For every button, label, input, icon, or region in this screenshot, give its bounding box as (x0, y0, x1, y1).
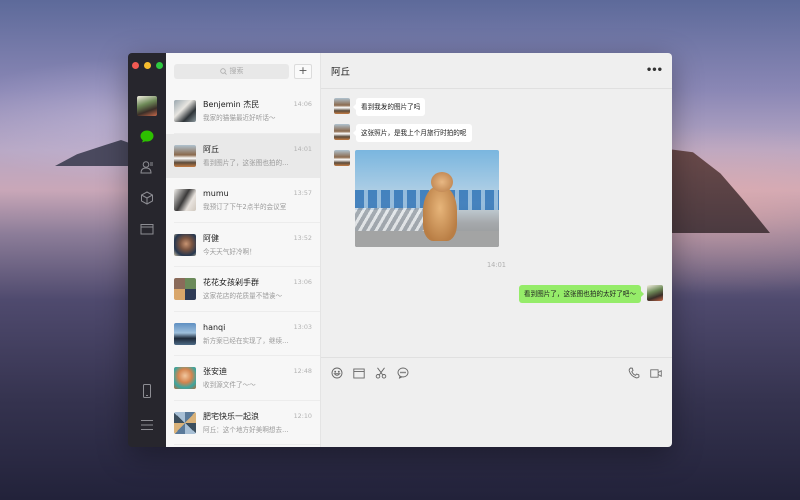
avatar (174, 144, 196, 167)
chat-list-item[interactable]: 阿丘 看到图片了，这张图也拍的... 14:01 (166, 133, 320, 178)
message-bubble[interactable]: 看到图片了，这张图也拍的太好了吧～ (518, 285, 645, 303)
video-call-button[interactable] (650, 367, 662, 379)
chat-preview: 我家的猫猫最近好听话～ (203, 114, 276, 123)
wechat-window: 搜索 + Benjemin 杰民 我家的猫猫最近好听话～ 14:06 阿丘 看到… (128, 53, 672, 447)
hamburger-menu-icon (141, 420, 153, 430)
folder-icon (353, 368, 365, 378)
avatar (174, 100, 196, 123)
chat-list-item[interactable]: Benjemin 杰民 我家的猫猫最近好听话～ 14:06 (166, 89, 320, 134)
video-call-icon (650, 368, 662, 378)
my-avatar[interactable] (647, 285, 663, 301)
message-incoming-image (334, 150, 499, 247)
chat-list-item[interactable]: 花花女孩剁手群 这家花店的花质量不错诶～ 13:06 (166, 267, 320, 312)
chat-preview: 阿丘：这个地方好美啊想去... (203, 425, 289, 434)
sidebar-item-menu[interactable] (137, 415, 157, 435)
chat-list-item[interactable]: 张安迪 收到源文件了～～ 12:48 (166, 356, 320, 401)
message-incoming: 看到我发的图片了吗 (334, 98, 426, 116)
message-incoming: 这张照片，是我上个月旅行时拍的呢 (334, 124, 472, 142)
conversation-header: 阿丘 ••• (321, 53, 672, 89)
sidebar-bottom (128, 381, 166, 435)
chat-preview: 我预订了下午2点半的会议室 (203, 203, 287, 212)
chat-list-item[interactable]: mumu 我预订了下午2点半的会议室 13:57 (166, 178, 320, 223)
sidebar-item-mini-programs[interactable] (137, 188, 157, 208)
chat-time: 13:03 (293, 322, 312, 331)
traffic-lights (131, 62, 163, 69)
chat-time: 14:06 (293, 100, 312, 109)
phone-call-icon (628, 367, 640, 379)
sidebar-item-contacts[interactable] (137, 157, 157, 177)
sender-avatar[interactable] (334, 150, 350, 166)
toolbar-right (628, 367, 662, 379)
conversation-title: 阿丘 (331, 66, 351, 78)
chat-preview: 看到图片了，这张图也拍的... (203, 158, 289, 167)
folder-icon (140, 224, 154, 235)
screenshot-button[interactable] (375, 367, 387, 379)
more-options-button[interactable]: ••• (646, 65, 663, 76)
timestamp-separator: 14:01 (486, 261, 506, 269)
chat-list-item[interactable]: 肥宅快乐一起浪 阿丘：这个地方好美啊想去... 12:10 (166, 401, 320, 446)
maximize-window-button[interactable] (155, 62, 163, 69)
minimize-window-button[interactable] (143, 62, 151, 69)
chat-history-icon (397, 367, 409, 379)
search-input[interactable]: 搜索 (174, 63, 289, 79)
send-file-button[interactable] (353, 367, 365, 379)
chat-time: 12:48 (293, 367, 312, 376)
chat-list-item[interactable]: hanqi 新方案已经在实现了，继续... 13:03 (166, 312, 320, 357)
sidebar-item-phone[interactable] (137, 381, 157, 401)
chat-time: 14:01 (293, 144, 312, 153)
avatar (174, 367, 196, 390)
chat-preview: 今天天气好冷啊！ (203, 247, 256, 256)
sender-avatar[interactable] (334, 98, 350, 114)
sidebar-item-files[interactable] (137, 219, 157, 239)
close-window-button[interactable] (131, 62, 139, 69)
emoji-icon (331, 367, 343, 379)
toolbar-left (331, 367, 409, 379)
background-island-right (660, 148, 770, 233)
profile-avatar[interactable] (137, 96, 157, 116)
search-bar: 搜索 + (166, 53, 320, 89)
chat-list-item[interactable]: 阿健 今天天气好冷啊！ 13:52 (166, 223, 320, 268)
avatar (174, 189, 196, 212)
message-bubble[interactable]: 这张照片，是我上个月旅行时拍的呢 (353, 124, 472, 142)
chat-time: 13:57 (293, 189, 312, 198)
mobile-phone-icon (143, 384, 151, 398)
chat-time: 13:06 (293, 278, 312, 287)
cat-photo-image[interactable] (355, 150, 499, 247)
message-outgoing: 看到图片了，这张图也拍的太好了吧～ (518, 285, 663, 303)
conversation-panel: 阿丘 ••• 看到我发的图片了吗 这张照片，是我上个月旅行时拍的呢 14:01 … (321, 53, 672, 447)
message-bubble[interactable]: 看到我发的图片了吗 (352, 98, 426, 116)
search-placeholder: 搜索 (229, 67, 244, 75)
scissors-icon (375, 367, 387, 379)
chat-history-button[interactable] (397, 367, 409, 379)
avatar (174, 278, 196, 301)
cube-icon (141, 191, 153, 205)
voice-call-button[interactable] (628, 367, 640, 379)
add-chat-button[interactable]: + (294, 63, 312, 79)
chat-preview: 收到源文件了～～ (203, 381, 256, 390)
avatar (174, 322, 196, 345)
sidebar (128, 53, 166, 447)
chat-time: 13:52 (293, 233, 312, 242)
photo-cat-head (431, 172, 453, 192)
chat-list-panel: 搜索 + Benjemin 杰民 我家的猫猫最近好听话～ 14:06 阿丘 看到… (166, 53, 321, 447)
chat-preview: 新方案已经在实现了，继续... (203, 336, 289, 345)
contacts-icon (140, 161, 153, 174)
sender-avatar[interactable] (334, 124, 350, 140)
message-area: 看到我发的图片了吗 这张照片，是我上个月旅行时拍的呢 14:01 看到图片了，这… (321, 89, 672, 357)
photo-cat-body (423, 186, 457, 241)
chat-preview: 这家花店的花质量不错诶～ (203, 292, 283, 301)
sidebar-item-chats[interactable] (137, 126, 157, 146)
emoji-button[interactable] (331, 367, 343, 379)
chat-time: 12:10 (293, 411, 312, 420)
search-icon (219, 67, 227, 75)
input-toolbar (321, 357, 672, 447)
avatar (174, 233, 196, 256)
chat-bubble-icon (140, 130, 154, 142)
avatar (174, 411, 196, 434)
